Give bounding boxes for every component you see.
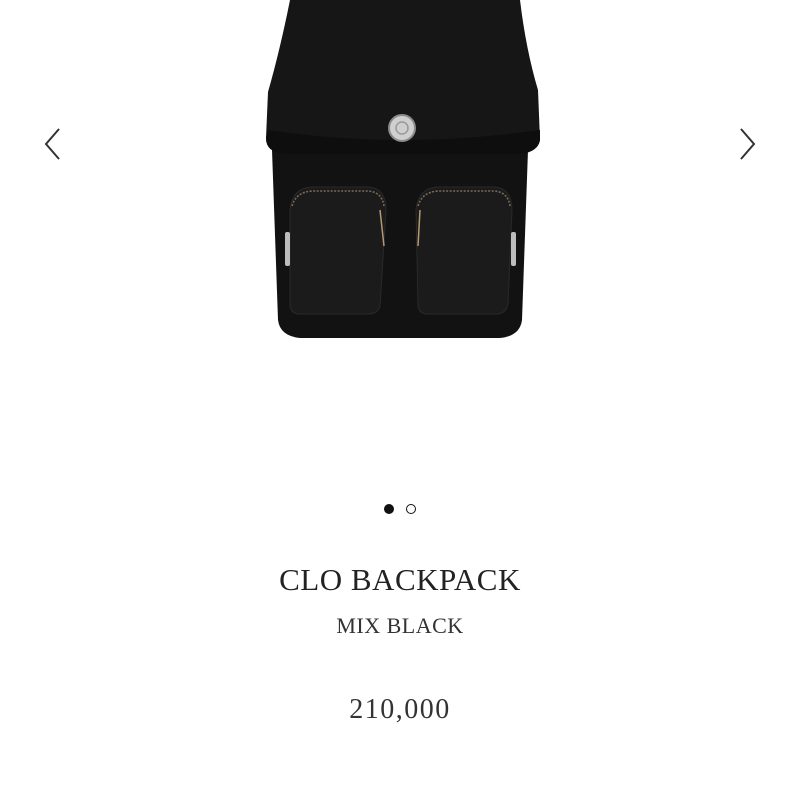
product-image-backpack xyxy=(266,0,540,338)
pagination-dot-2[interactable] xyxy=(406,504,416,514)
pagination-dot-1[interactable] xyxy=(384,504,394,514)
chevron-left-icon xyxy=(44,128,60,160)
next-image-button[interactable] xyxy=(727,122,767,166)
snap-button xyxy=(388,114,416,142)
chevron-right-icon xyxy=(740,128,756,160)
zipper-pull-left xyxy=(285,232,290,266)
product-color: MIX BLACK xyxy=(336,613,464,638)
previous-image-button[interactable] xyxy=(33,122,73,166)
right-pocket xyxy=(415,186,513,315)
product-name: CLO BACKPACK xyxy=(279,562,521,597)
product-image-carousel[interactable] xyxy=(0,0,800,480)
product-detail-page: CLO BACKPACK MIX BLACK 210,000 xyxy=(0,0,800,800)
zipper-pull-right xyxy=(511,232,516,266)
left-pocket xyxy=(289,186,387,315)
carousel-pagination xyxy=(0,504,800,514)
product-price: 210,000 xyxy=(349,694,451,725)
